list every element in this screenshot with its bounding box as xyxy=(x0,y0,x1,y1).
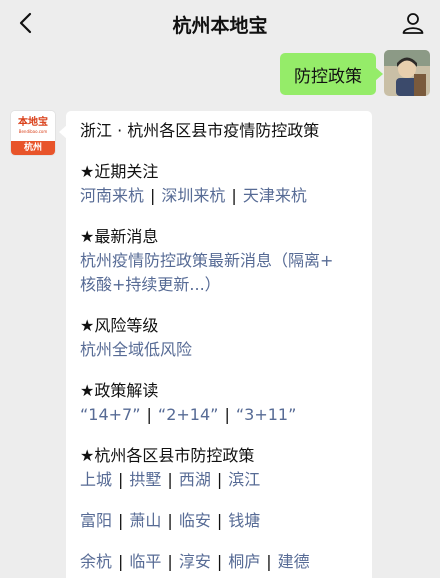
separator: | xyxy=(150,186,156,205)
user-avatar-image xyxy=(384,50,430,96)
link-district[interactable]: 余杭 xyxy=(80,552,112,571)
separator: | xyxy=(167,552,173,571)
outgoing-message[interactable]: 防控政策 xyxy=(280,53,383,95)
link-district[interactable]: 萧山 xyxy=(129,511,161,530)
bot-city-label: 杭州 xyxy=(11,141,55,155)
section-title-recent: ★近期关注 xyxy=(80,162,159,181)
link-row: “14+7” | “2+14” | “3+11” xyxy=(80,403,360,427)
link-district[interactable]: 上城 xyxy=(80,470,112,489)
separator: | xyxy=(266,552,272,571)
link-district[interactable]: 拱墅 xyxy=(129,470,161,489)
bot-avatar[interactable]: 本地宝 Bendibao.com 杭州 xyxy=(10,110,56,156)
link-district[interactable]: 临安 xyxy=(179,511,211,530)
page-title: 杭州本地宝 xyxy=(172,15,268,37)
link-district[interactable]: 临平 xyxy=(129,552,161,571)
separator: | xyxy=(216,552,223,571)
link-policy-14-7[interactable]: “14+7” xyxy=(80,405,141,424)
link-latest-news-line-1[interactable]: 杭州疫情防控政策最新消息（隔离+ xyxy=(80,249,360,273)
link-latest-news-line-2[interactable]: 核酸+持续更新...） xyxy=(80,273,360,297)
section-title-districts: ★杭州各区县市防控政策 xyxy=(80,446,255,465)
link-row: 余杭 | 临平 | 淳安 | 桐庐 | 建德 xyxy=(80,550,360,574)
separator: | xyxy=(146,405,152,424)
separator: | xyxy=(231,186,237,205)
separator: | xyxy=(118,511,124,530)
bot-brand-name: 本地宝 xyxy=(18,117,48,128)
separator: | xyxy=(216,470,223,489)
incoming-message: 浙江 · 杭州各区县市疫情防控政策 ★近期关注 河南来杭 | 深圳来杭 | 天津来杭 ★… xyxy=(59,111,372,578)
reply-headline: 浙江 · 杭州各区县市疫情防控政策 xyxy=(80,121,320,140)
link-policy-2-14[interactable]: “2+14” xyxy=(158,405,219,424)
link-district[interactable]: 富阳 xyxy=(80,511,112,530)
link-district[interactable]: 建德 xyxy=(278,552,310,571)
separator: | xyxy=(167,470,173,489)
section-title-policy: ★政策解读 xyxy=(80,381,159,400)
link-risk-level[interactable]: 杭州全域低风险 xyxy=(80,338,360,362)
separator: | xyxy=(224,405,230,424)
link-district[interactable]: 淳安 xyxy=(179,552,211,571)
link-row: 上城 | 拱墅 | 西湖 | 滨江 xyxy=(80,468,360,492)
link-shenzhen[interactable]: 深圳来杭 xyxy=(161,186,225,205)
link-district[interactable]: 滨江 xyxy=(228,470,260,489)
link-row: 河南来杭 | 深圳来杭 | 天津来杭 xyxy=(80,184,360,208)
link-henan[interactable]: 河南来杭 xyxy=(80,186,144,205)
top-bar: 杭州本地宝 xyxy=(0,0,440,46)
bot-site-name: Bendibao.com xyxy=(18,129,48,134)
section-title-risk: ★风险等级 xyxy=(80,316,159,335)
link-tianjin[interactable]: 天津来杭 xyxy=(243,186,307,205)
person-icon xyxy=(402,13,424,34)
user-avatar[interactable] xyxy=(384,50,430,96)
link-district[interactable]: 钱塘 xyxy=(228,511,260,530)
bot-logo: 本地宝 Bendibao.com xyxy=(11,111,55,141)
separator: | xyxy=(216,511,223,530)
link-policy-3-11[interactable]: “3+11” xyxy=(236,405,297,424)
link-district[interactable]: 桐庐 xyxy=(228,552,260,571)
link-row: 富阳 | 萧山 | 临安 | 钱塘 xyxy=(80,509,360,533)
separator: | xyxy=(118,552,124,571)
separator: | xyxy=(118,470,124,489)
section-title-news: ★最新消息 xyxy=(80,227,159,246)
separator: | xyxy=(167,511,173,530)
link-district[interactable]: 西湖 xyxy=(179,470,211,489)
profile-button[interactable] xyxy=(398,8,428,38)
